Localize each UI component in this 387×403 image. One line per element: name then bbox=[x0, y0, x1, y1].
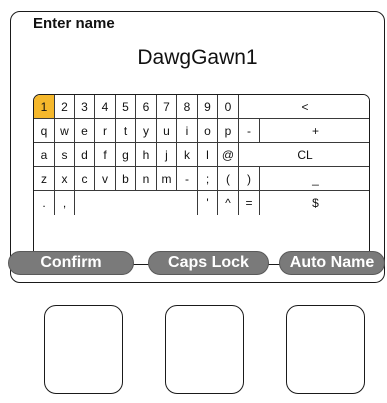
key-h[interactable]: h bbox=[136, 143, 157, 167]
space-key[interactable] bbox=[75, 191, 198, 215]
caps-lock-button[interactable]: Caps Lock bbox=[148, 251, 269, 275]
key-r[interactable]: r bbox=[95, 119, 116, 143]
key-z[interactable]: z bbox=[34, 167, 55, 191]
backspace-key[interactable]: < bbox=[239, 95, 369, 119]
key-o[interactable]: o bbox=[198, 119, 218, 143]
key-v[interactable]: v bbox=[95, 167, 116, 191]
key-s[interactable]: s bbox=[55, 143, 75, 167]
key-n[interactable]: n bbox=[136, 167, 157, 191]
key-q[interactable]: q bbox=[34, 119, 55, 143]
key-b[interactable]: b bbox=[116, 167, 136, 191]
keyboard-row-asdf: a s d f g h j k l @ CL bbox=[34, 143, 369, 168]
clear-key[interactable]: CL bbox=[239, 143, 369, 167]
keyboard-row-zxcv: z x c v b n m - ; ( ) _ bbox=[34, 167, 369, 192]
key-g[interactable]: g bbox=[116, 143, 136, 167]
hardware-button-right[interactable] bbox=[286, 305, 365, 394]
auto-name-button[interactable]: Auto Name bbox=[279, 251, 385, 275]
key-period[interactable]: . bbox=[34, 191, 55, 215]
key-8[interactable]: 8 bbox=[177, 95, 198, 119]
key-6[interactable]: 6 bbox=[136, 95, 157, 119]
key-5[interactable]: 5 bbox=[116, 95, 136, 119]
key-7[interactable]: 7 bbox=[157, 95, 177, 119]
keyboard-row-qwerty: q w e r t y u i o p - + bbox=[34, 119, 369, 144]
key-x[interactable]: x bbox=[55, 167, 75, 191]
on-screen-keyboard: 1 2 3 4 5 6 7 8 9 0 < q w e r t y u i o … bbox=[33, 94, 370, 265]
key-comma[interactable]: , bbox=[55, 191, 75, 215]
key-c[interactable]: c bbox=[75, 167, 95, 191]
key-m[interactable]: m bbox=[157, 167, 177, 191]
key-equals[interactable]: = bbox=[239, 191, 260, 215]
key-plus[interactable]: + bbox=[260, 119, 369, 143]
key-d[interactable]: d bbox=[75, 143, 95, 167]
key-dollar[interactable]: $ bbox=[260, 191, 369, 215]
confirm-button[interactable]: Confirm bbox=[8, 251, 134, 275]
key-3[interactable]: 3 bbox=[75, 95, 95, 119]
key-k[interactable]: k bbox=[177, 143, 198, 167]
key-1[interactable]: 1 bbox=[34, 95, 55, 119]
key-f[interactable]: f bbox=[95, 143, 116, 167]
hardware-button-left[interactable] bbox=[44, 305, 123, 394]
key-j[interactable]: j bbox=[157, 143, 177, 167]
key-i[interactable]: i bbox=[177, 119, 198, 143]
key-minus[interactable]: - bbox=[239, 119, 260, 143]
key-9[interactable]: 9 bbox=[198, 95, 218, 119]
key-caret[interactable]: ^ bbox=[218, 191, 239, 215]
key-w[interactable]: w bbox=[55, 119, 75, 143]
hardware-button-center[interactable] bbox=[165, 305, 244, 394]
key-close-paren[interactable]: ) bbox=[239, 167, 260, 191]
key-0[interactable]: 0 bbox=[218, 95, 239, 119]
key-u[interactable]: u bbox=[157, 119, 177, 143]
dialog-title: Enter name bbox=[33, 15, 115, 32]
key-t[interactable]: t bbox=[116, 119, 136, 143]
key-at[interactable]: @ bbox=[218, 143, 239, 167]
key-2[interactable]: 2 bbox=[55, 95, 75, 119]
key-4[interactable]: 4 bbox=[95, 95, 116, 119]
key-p[interactable]: p bbox=[218, 119, 239, 143]
key-a[interactable]: a bbox=[34, 143, 55, 167]
keyboard-row-numbers: 1 2 3 4 5 6 7 8 9 0 < bbox=[34, 95, 369, 120]
name-entry-panel: Enter name DawgGawn1 1 2 3 4 5 6 7 8 9 0… bbox=[10, 11, 385, 283]
key-semicolon[interactable]: ; bbox=[198, 167, 218, 191]
key-l[interactable]: l bbox=[198, 143, 218, 167]
key-underscore[interactable]: _ bbox=[260, 167, 369, 191]
keyboard-row-symbols: . , ' ^ = $ bbox=[34, 191, 369, 216]
key-e[interactable]: e bbox=[75, 119, 95, 143]
key-apostrophe[interactable]: ' bbox=[198, 191, 218, 215]
key-y[interactable]: y bbox=[136, 119, 157, 143]
key-dash[interactable]: - bbox=[177, 167, 198, 191]
name-input[interactable]: DawgGawn1 bbox=[11, 46, 384, 70]
key-open-paren[interactable]: ( bbox=[218, 167, 239, 191]
